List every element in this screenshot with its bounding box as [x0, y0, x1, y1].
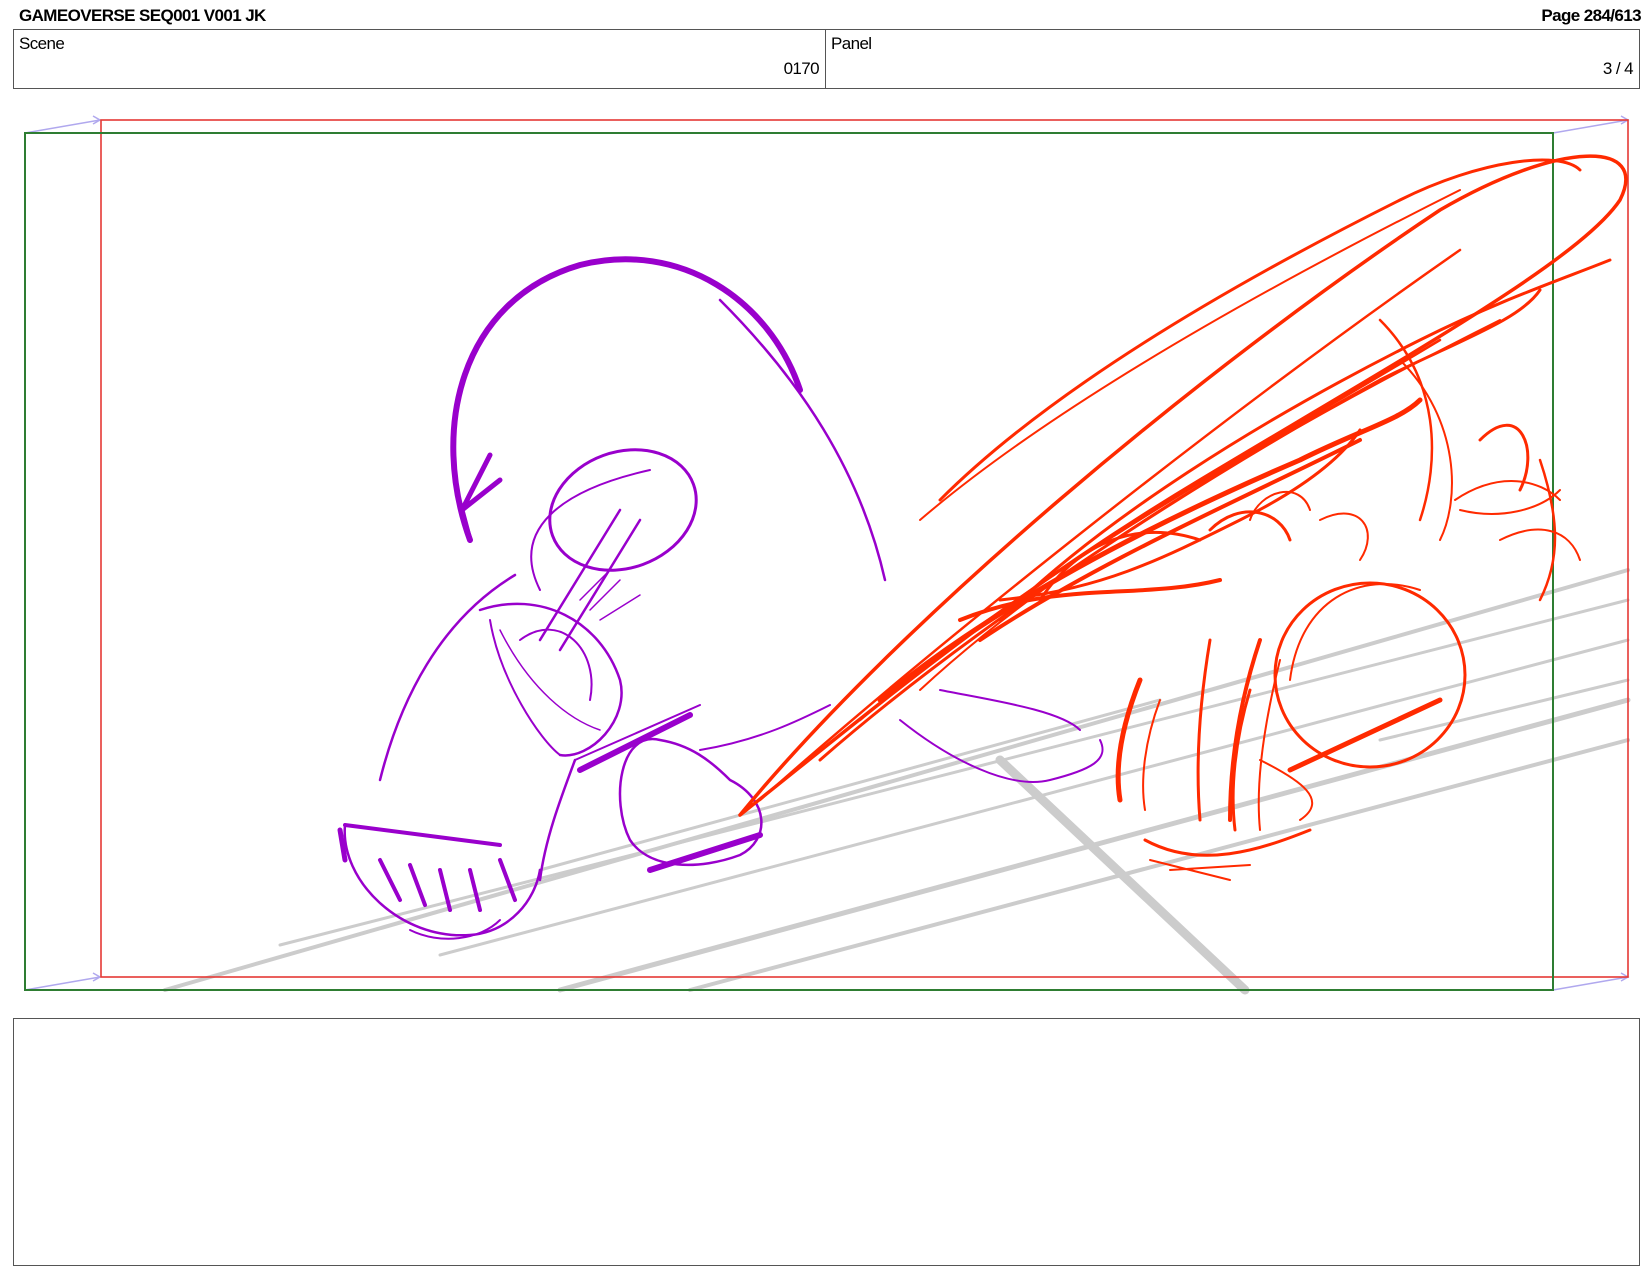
perspective-guides — [163, 568, 1631, 995]
red-character-sketch — [738, 154, 1628, 881]
purple-character-sketch — [337, 256, 1104, 940]
safe-frame — [100, 119, 1629, 978]
panel-notes-box — [13, 1018, 1640, 1266]
